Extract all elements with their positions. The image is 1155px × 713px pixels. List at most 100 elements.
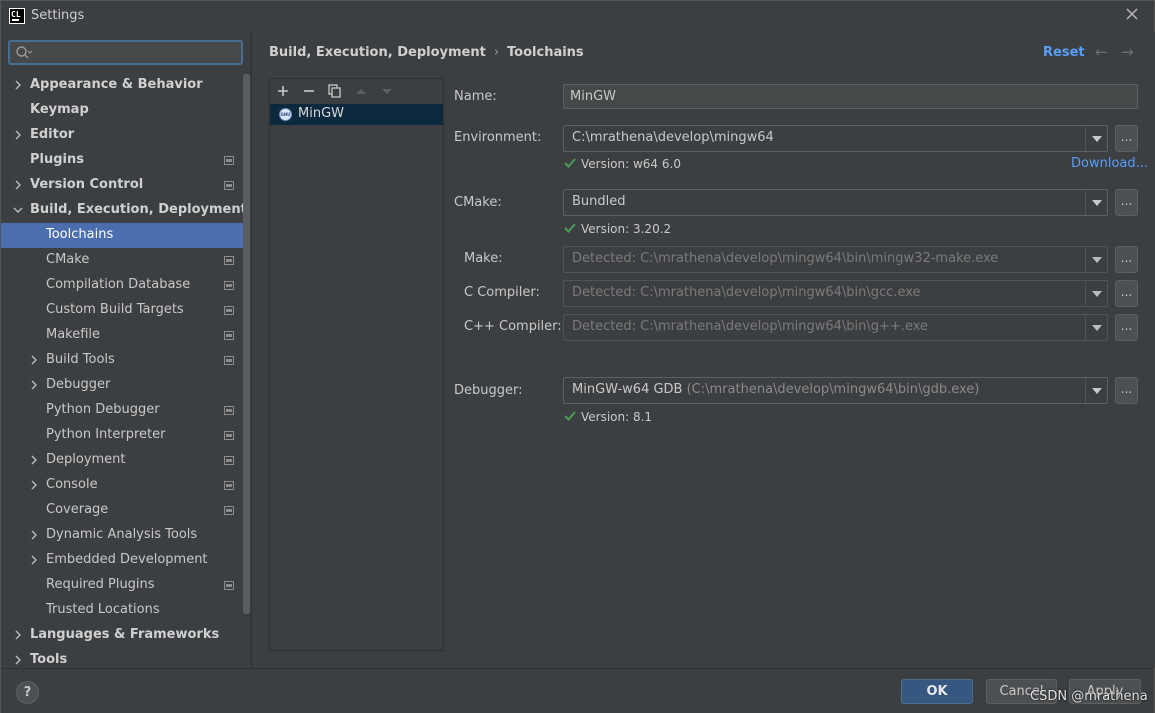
copy-toolchain-button[interactable] [326,82,344,100]
sidebar-item[interactable]: CMake [1,248,250,273]
plus-icon [278,86,288,96]
help-button[interactable]: ? [16,681,39,704]
chevron-down-icon [1085,378,1107,403]
project-level-icon [224,181,234,190]
chevron-down-icon [1085,281,1107,306]
environment-browse-button[interactable]: ... [1115,125,1138,152]
make-label: Make: [464,251,503,266]
c-compiler-dropdown[interactable]: Detected: C:\mrathena\develop\mingw64\bi… [563,280,1108,307]
cpp-compiler-browse-button[interactable]: ... [1115,314,1138,341]
chevron-right-icon[interactable] [29,480,39,490]
project-level-icon [224,581,234,590]
move-down-button[interactable] [378,82,396,100]
debugger-path: (C:\mrathena\develop\mingw64\bin\gdb.exe… [686,382,980,397]
gnu-icon [279,108,292,121]
cmake-label: CMake: [454,195,502,210]
sidebar-item[interactable]: Build, Execution, Deployment [1,198,250,223]
make-value: Detected: C:\mrathena\develop\mingw64\bi… [572,251,999,266]
sidebar-item[interactable]: Appearance & Behavior [1,73,250,98]
sidebar-item[interactable]: Languages & Frameworks [1,623,250,648]
make-browse-button[interactable]: ... [1115,246,1138,273]
remove-toolchain-button[interactable] [300,82,318,100]
chevron-right-icon[interactable] [13,130,23,140]
project-level-icon [224,431,234,440]
cmake-version: Version: 3.20.2 [581,222,672,236]
reset-link[interactable]: Reset [1043,45,1085,60]
sidebar-item[interactable]: Required Plugins [1,573,250,598]
sidebar-item[interactable]: Python Debugger [1,398,250,423]
sidebar-item[interactable]: Editor [1,123,250,148]
back-arrow-icon[interactable]: ← [1095,43,1108,61]
chevron-right-icon[interactable] [13,630,23,640]
sidebar-item[interactable]: Build Tools [1,348,250,373]
sidebar-item[interactable]: Keymap [1,98,250,123]
toolchain-item-mingw[interactable]: MinGW [270,104,443,125]
sidebar-item-label: Python Interpreter [46,427,166,442]
sidebar-item[interactable]: Plugins [1,148,250,173]
breadcrumb-current: Toolchains [507,45,584,60]
sidebar-item[interactable]: Deployment [1,448,250,473]
sidebar-item[interactable]: Embedded Development [1,548,250,573]
sidebar-item[interactable]: Custom Build Targets [1,298,250,323]
clion-app-icon: CL [9,8,25,24]
chevron-down-icon [1085,247,1107,272]
search-icon [16,46,33,59]
debugger-label: Debugger: [454,383,523,398]
c-compiler-browse-button[interactable]: ... [1115,280,1138,307]
sidebar-item[interactable]: Toolchains [1,223,250,248]
chevron-right-icon[interactable] [13,80,23,90]
sidebar-item[interactable]: Debugger [1,373,250,398]
sidebar-item[interactable]: Version Control [1,173,250,198]
sidebar-scrollbar[interactable] [243,74,250,614]
breadcrumb-separator: › [493,45,500,60]
project-level-icon [224,306,234,315]
forward-arrow-icon[interactable]: → [1121,43,1134,61]
sidebar-item-label: Embedded Development [46,552,208,567]
add-toolchain-button[interactable] [274,82,292,100]
sidebar-item-label: Toolchains [46,227,114,242]
sidebar-item[interactable]: Dynamic Analysis Tools [1,523,250,548]
watermark: CSDN @mrathena [1030,689,1148,704]
sidebar-item[interactable]: Trusted Locations [1,598,250,623]
sidebar-item[interactable]: Python Interpreter [1,423,250,448]
sidebar-item-label: Build, Execution, Deployment [30,202,247,217]
debugger-dropdown[interactable]: MinGW-w64 GDB (C:\mrathena\develop\mingw… [563,377,1108,404]
title-bar: CL Settings [1,1,1154,32]
sidebar-item-label: CMake [46,252,90,267]
chevron-right-icon[interactable] [13,655,23,665]
cmake-dropdown[interactable]: Bundled [563,189,1108,216]
environment-dropdown[interactable]: C:\mrathena\develop\mingw64 [563,125,1108,152]
move-up-button[interactable] [352,82,370,100]
name-field[interactable]: MinGW [563,84,1138,109]
sidebar-item-label: Editor [30,127,75,142]
sidebar-item[interactable]: Makefile [1,323,250,348]
chevron-right-icon[interactable] [29,355,39,365]
breadcrumb-parent[interactable]: Build, Execution, Deployment [269,45,486,60]
close-icon[interactable] [1124,7,1140,23]
cmake-browse-button[interactable]: ... [1115,189,1138,216]
check-icon [564,158,576,168]
sidebar-item-label: Build Tools [46,352,115,367]
chevron-down-icon[interactable] [13,205,23,215]
settings-content: Build, Execution, Deployment › Toolchains … [251,32,1155,668]
chevron-down-icon [1085,315,1107,340]
sidebar-item[interactable]: Compilation Database [1,273,250,298]
cpp-compiler-dropdown[interactable]: Detected: C:\mrathena\develop\mingw64\bi… [563,314,1108,341]
sidebar-item[interactable]: Console [1,473,250,498]
chevron-right-icon[interactable] [29,380,39,390]
make-dropdown[interactable]: Detected: C:\mrathena\develop\mingw64\bi… [563,246,1108,273]
search-input[interactable] [8,40,243,65]
copy-icon [328,84,341,98]
download-link[interactable]: Download... [1071,156,1148,171]
environment-value: C:\mrathena\develop\mingw64 [572,130,774,145]
debugger-browse-button[interactable]: ... [1115,377,1138,404]
sidebar-item-label: Makefile [46,327,101,342]
chevron-down-icon [1085,126,1107,151]
sidebar-item[interactable]: Coverage [1,498,250,523]
chevron-right-icon[interactable] [29,530,39,540]
chevron-right-icon[interactable] [29,555,39,565]
chevron-right-icon[interactable] [29,455,39,465]
chevron-right-icon[interactable] [13,180,23,190]
cpp-compiler-value: Detected: C:\mrathena\develop\mingw64\bi… [572,319,929,334]
ok-button[interactable]: OK [901,679,973,704]
